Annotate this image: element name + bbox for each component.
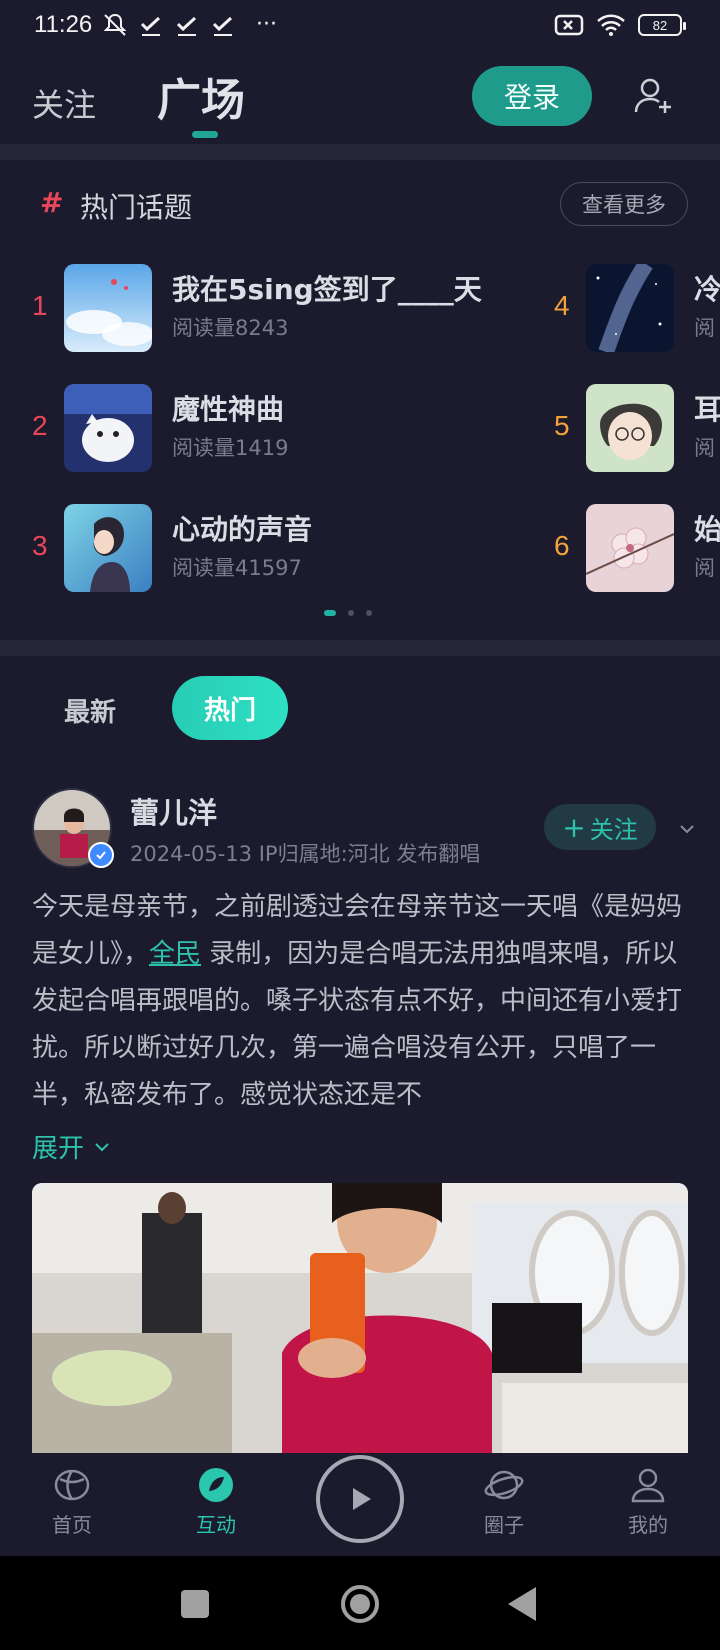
topic-thumbnail <box>64 264 152 352</box>
topic-rank: 2 <box>32 410 48 441</box>
topic-name: 我在5sing签到了____天 <box>172 273 482 306</box>
follow-button[interactable]: + 关注 <box>544 804 656 850</box>
view-more-button[interactable]: 查看更多 <box>560 182 688 226</box>
hot-topic-hash: # <box>40 186 64 219</box>
post-text: 今天是母亲节，之前剧透过会在母亲节这一天唱《是妈妈是女儿》，全民 录制，因为是合… <box>32 884 688 1120</box>
username[interactable]: 蕾儿洋 <box>130 790 217 832</box>
check-icon <box>212 16 233 36</box>
topic-reads: 阅读量1419 <box>172 436 289 460</box>
topic-name: 冷 <box>694 273 720 306</box>
topic-reads: 阅 <box>694 556 715 580</box>
check-icon <box>140 16 161 36</box>
topic-rank: 1 <box>32 290 48 321</box>
expand-label: 展开 <box>32 1134 85 1164</box>
pagination-dot <box>324 610 336 616</box>
pagination-dot <box>348 610 354 616</box>
tab-active-indicator <box>192 131 218 138</box>
wifi-icon <box>597 14 625 36</box>
tab-square[interactable]: 广场 <box>157 64 245 128</box>
topic-item[interactable]: 4 冷 阅 <box>520 262 720 352</box>
interact-icon <box>199 1468 233 1502</box>
post-link[interactable]: 全民 <box>149 939 201 969</box>
post-image[interactable] <box>32 1183 688 1453</box>
planet-icon <box>484 1470 524 1500</box>
plus-icon: + <box>562 810 586 844</box>
home-button-inner <box>350 1594 370 1614</box>
verified-icon <box>88 842 114 868</box>
status-more: ··· <box>256 12 277 37</box>
status-bar: 11:26 ··· 82 <box>0 0 720 56</box>
nav-circle[interactable]: 圈子 <box>464 1465 544 1538</box>
battery-icon: 82 <box>638 14 686 36</box>
topic-name: 始 <box>694 513 720 546</box>
section-divider <box>0 640 720 656</box>
nav-circle-label: 圈子 <box>484 1513 524 1537</box>
user-icon <box>631 1468 665 1503</box>
add-user-icon[interactable] <box>632 74 676 118</box>
topic-item[interactable]: 6 始 阅 <box>520 502 720 592</box>
home-button-icon[interactable] <box>341 1585 379 1623</box>
topic-item[interactable]: 3 心动的声音 阅读量41597 <box>0 502 520 592</box>
topic-reads: 阅 <box>694 316 715 340</box>
post-meta: 2024-05-13 IP归属地:河北 发布翻唱 <box>130 842 481 866</box>
topic-thumbnail <box>64 384 152 472</box>
status-icons-right: 82 <box>554 13 686 37</box>
nav-mine-label: 我的 <box>628 1513 668 1537</box>
tab-latest[interactable]: 最新 <box>64 692 116 729</box>
tab-hot[interactable]: 热门 <box>172 676 288 740</box>
pagination-dot <box>366 610 372 616</box>
play-button[interactable] <box>316 1455 404 1543</box>
nav-home-label: 首页 <box>52 1513 92 1537</box>
check-icon <box>176 16 197 36</box>
status-icons-left: ··· <box>102 12 277 38</box>
back-icon[interactable] <box>508 1587 536 1621</box>
notification-off-icon <box>103 13 127 36</box>
nav-home[interactable]: 首页 <box>32 1465 112 1538</box>
topic-rank: 3 <box>32 530 48 561</box>
topic-item[interactable]: 1 我在5sing签到了____天 阅读量8243 <box>0 262 520 352</box>
nav-interact-label: 互动 <box>196 1513 236 1537</box>
topic-thumbnail <box>586 384 674 472</box>
topic-item[interactable]: 2 魔性神曲 阅读量1419 <box>0 382 520 472</box>
topic-thumbnail <box>586 504 674 592</box>
carousel-pagination <box>324 610 372 616</box>
topic-reads: 阅读量41597 <box>172 556 302 580</box>
topic-name: 魔性神曲 <box>172 393 285 426</box>
topic-rank: 6 <box>554 530 570 561</box>
topic-name: 心动的声音 <box>172 513 313 546</box>
topic-item[interactable]: 5 耳 阅 <box>520 382 720 472</box>
section-divider <box>0 144 720 160</box>
topic-rank: 5 <box>554 410 570 441</box>
status-time: 11:26 <box>34 11 93 38</box>
topic-name: 耳 <box>694 393 720 426</box>
topic-reads: 阅读量8243 <box>172 316 289 340</box>
home-icon <box>54 1469 90 1501</box>
topic-thumbnail <box>586 264 674 352</box>
topic-rank: 4 <box>554 290 570 321</box>
sim-off-icon <box>554 14 584 36</box>
tab-follow[interactable]: 关注 <box>32 80 96 126</box>
login-button[interactable]: 登录 <box>472 66 592 126</box>
expand-button[interactable]: 展开 <box>32 1128 112 1165</box>
chevron-down-icon <box>95 1142 109 1151</box>
topic-reads: 阅 <box>694 436 715 460</box>
topic-thumbnail <box>64 504 152 592</box>
hot-topics-title: 热门话题 <box>80 191 193 224</box>
recent-apps-icon[interactable] <box>181 1590 209 1618</box>
chevron-down-icon[interactable] <box>676 818 698 840</box>
nav-interact[interactable]: 互动 <box>176 1465 256 1538</box>
play-icon <box>353 1488 371 1510</box>
follow-label: 关注 <box>589 815 638 844</box>
nav-mine[interactable]: 我的 <box>608 1465 688 1538</box>
